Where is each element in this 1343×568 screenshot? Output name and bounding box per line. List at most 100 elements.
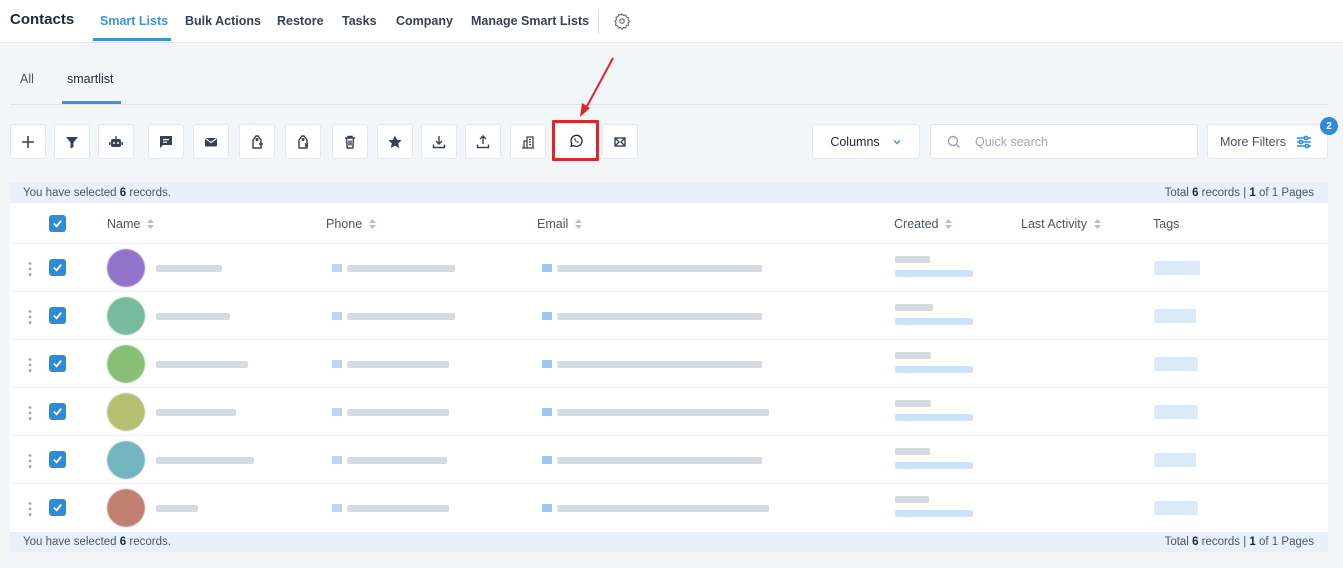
- gear-icon[interactable]: [613, 12, 631, 30]
- filter-button[interactable]: [54, 124, 90, 159]
- top-nav: Contacts Smart Lists Bulk Actions Restor…: [0, 0, 1343, 43]
- column-header-last-activity[interactable]: Last Activity: [1021, 217, 1102, 231]
- contact-name-redacted[interactable]: [156, 505, 198, 512]
- tag-chip-redacted[interactable]: [1154, 357, 1198, 371]
- tag-chip-redacted[interactable]: [1154, 261, 1200, 275]
- created-date-redacted: [895, 448, 930, 455]
- send-sms-button[interactable]: [148, 124, 184, 159]
- contact-name-redacted[interactable]: [156, 409, 236, 416]
- columns-button[interactable]: Columns: [812, 124, 920, 159]
- avatar: [107, 297, 145, 335]
- row-checkbox[interactable]: [49, 451, 66, 468]
- send-email-button[interactable]: [193, 124, 229, 159]
- delete-button[interactable]: [332, 124, 368, 159]
- check-icon: [53, 360, 62, 368]
- nav-bulk-actions[interactable]: Bulk Actions: [185, 14, 261, 28]
- row-checkbox[interactable]: [49, 499, 66, 516]
- company-button[interactable]: [510, 124, 546, 159]
- column-header-phone[interactable]: Phone: [326, 217, 377, 231]
- whatsapp-icon: [569, 134, 583, 147]
- select-all-checkbox[interactable]: [49, 215, 66, 232]
- tab-all[interactable]: All: [20, 72, 34, 86]
- more-vertical-icon[interactable]: [27, 357, 33, 373]
- more-filters-label: More Filters: [1220, 134, 1286, 149]
- robot-icon: [109, 135, 123, 147]
- tabs-divider: [10, 104, 1328, 105]
- star-icon: [388, 135, 402, 148]
- email-type-icon: [542, 312, 552, 320]
- selection-text: You have selected 6 records.: [23, 536, 171, 548]
- column-header-email[interactable]: Email: [537, 217, 583, 231]
- filters-count-badge: 2: [1320, 117, 1338, 135]
- phone-redacted: [347, 361, 449, 368]
- company-icon: [522, 135, 534, 149]
- row-checkbox[interactable]: [49, 355, 66, 372]
- chevron-down-icon: [893, 139, 901, 145]
- import-button[interactable]: [465, 124, 501, 159]
- search-input[interactable]: [975, 133, 1185, 151]
- tag-chip-redacted[interactable]: [1154, 309, 1196, 323]
- nav-smart-lists[interactable]: Smart Lists: [100, 14, 168, 28]
- more-vertical-icon[interactable]: [27, 405, 33, 421]
- email-type-icon: [542, 408, 552, 416]
- tab-smartlist[interactable]: smartlist: [67, 72, 114, 86]
- contact-name-redacted[interactable]: [156, 457, 254, 464]
- nav-company[interactable]: Company: [396, 14, 453, 28]
- created-time-redacted: [895, 318, 973, 325]
- selection-summary-bottom: You have selected 6 records. Total 6 rec…: [10, 532, 1328, 552]
- table-row[interactable]: [10, 483, 1328, 531]
- more-vertical-icon[interactable]: [27, 453, 33, 469]
- message-icon: [160, 135, 172, 148]
- table-row[interactable]: [10, 387, 1328, 435]
- row-checkbox[interactable]: [49, 259, 66, 276]
- tag-chip-redacted[interactable]: [1154, 501, 1198, 515]
- row-checkbox[interactable]: [49, 403, 66, 420]
- sort-icon: [575, 219, 583, 229]
- favorite-button[interactable]: [377, 124, 413, 159]
- export-button[interactable]: [421, 124, 457, 159]
- download-icon: [432, 135, 446, 148]
- row-checkbox[interactable]: [49, 307, 66, 324]
- table-row[interactable]: [10, 243, 1328, 291]
- more-vertical-icon[interactable]: [27, 501, 33, 517]
- whatsapp-button[interactable]: [552, 120, 599, 161]
- add-contact-button[interactable]: [10, 124, 46, 159]
- tag-chip-redacted[interactable]: [1154, 405, 1198, 419]
- remove-tag-button[interactable]: [285, 124, 321, 159]
- contact-name-redacted[interactable]: [156, 361, 248, 368]
- created-date-redacted: [895, 400, 931, 407]
- merge-icon: [614, 136, 626, 147]
- phone-type-icon: [332, 456, 342, 464]
- selection-summary-top: You have selected 6 records. Total 6 rec…: [10, 183, 1328, 203]
- contact-name-redacted[interactable]: [156, 265, 222, 272]
- table-row[interactable]: [10, 339, 1328, 387]
- phone-type-icon: [332, 360, 342, 368]
- columns-label: Columns: [830, 134, 880, 149]
- phone-redacted: [347, 457, 447, 464]
- nav-tasks[interactable]: Tasks: [342, 14, 377, 28]
- column-header-name[interactable]: Name: [107, 217, 155, 231]
- more-vertical-icon[interactable]: [27, 309, 33, 325]
- more-vertical-icon[interactable]: [27, 261, 33, 277]
- created-time-redacted: [895, 270, 973, 277]
- column-header-created[interactable]: Created: [894, 217, 953, 231]
- avatar: [107, 249, 145, 287]
- add-tag-button[interactable]: [239, 124, 275, 159]
- automation-button[interactable]: [98, 124, 134, 159]
- contact-name-redacted[interactable]: [156, 313, 230, 320]
- nav-restore[interactable]: Restore: [277, 14, 324, 28]
- nav-manage-smart-lists[interactable]: Manage Smart Lists: [471, 14, 589, 28]
- annotation-arrow: [580, 57, 614, 117]
- avatar: [107, 441, 145, 479]
- email-type-icon: [542, 360, 552, 368]
- quick-search[interactable]: [930, 124, 1198, 159]
- table-row[interactable]: [10, 435, 1328, 483]
- more-filters-button[interactable]: More Filters: [1207, 124, 1328, 159]
- created-date-redacted: [895, 304, 933, 311]
- total-records: Total 6 records | 1 of 1 Pages: [1164, 536, 1314, 548]
- tag-add-icon: [252, 134, 263, 149]
- tag-chip-redacted[interactable]: [1154, 453, 1196, 467]
- sort-icon: [945, 219, 953, 229]
- table-row[interactable]: [10, 291, 1328, 339]
- merge-button[interactable]: [602, 124, 638, 159]
